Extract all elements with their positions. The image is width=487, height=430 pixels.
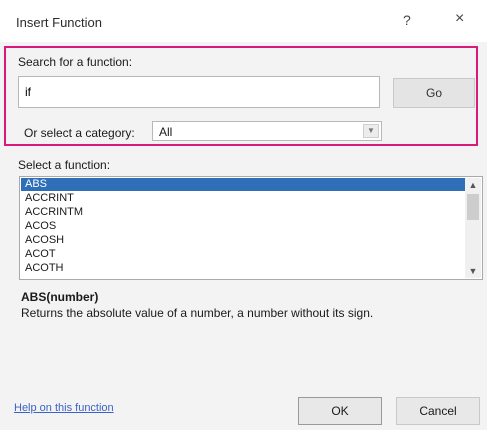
search-label: Search for a function: (18, 55, 133, 69)
function-list-item[interactable]: ACOS (21, 220, 465, 233)
function-description: Returns the absolute value of a number, … (21, 306, 374, 320)
cancel-button[interactable]: Cancel (396, 397, 480, 425)
function-list-item[interactable]: ACOSH (21, 234, 465, 247)
close-button[interactable]: × (455, 10, 464, 28)
scroll-thumb[interactable] (467, 194, 479, 220)
chevron-down-icon[interactable]: ▼ (363, 124, 379, 138)
function-list-item[interactable]: ACCRINTM (21, 206, 465, 219)
go-button[interactable]: Go (393, 78, 475, 108)
help-button[interactable]: ? (403, 12, 411, 28)
function-list[interactable]: ABS ACCRINT ACCRINTM ACOS ACOSH ACOT ACOTH ▲ ▼ (19, 176, 483, 280)
ok-button[interactable]: OK (298, 397, 382, 425)
category-label: Or select a category: (24, 126, 135, 140)
help-on-function-link[interactable]: Help on this function (14, 402, 114, 414)
function-list-item[interactable]: ACOTH (21, 262, 465, 275)
category-dropdown[interactable]: All ▼ (152, 121, 382, 141)
scroll-down-arrow-icon[interactable]: ▼ (465, 264, 481, 278)
function-list-item[interactable]: ACCRINT (21, 192, 465, 205)
search-input[interactable] (18, 76, 380, 108)
title-bar: Insert Function ? × (0, 0, 487, 42)
function-list-label: Select a function: (18, 158, 111, 172)
function-list-item[interactable]: ACOT (21, 248, 465, 261)
function-list-item[interactable]: ABS (21, 178, 465, 191)
scroll-up-arrow-icon[interactable]: ▲ (465, 178, 481, 192)
dialog-title: Insert Function (16, 15, 102, 30)
category-value: All (159, 125, 173, 139)
insert-function-dialog: Insert Function ? × Search for a functio… (0, 0, 487, 430)
function-syntax: ABS(number) (21, 290, 99, 304)
list-scrollbar[interactable]: ▲ ▼ (465, 178, 481, 278)
